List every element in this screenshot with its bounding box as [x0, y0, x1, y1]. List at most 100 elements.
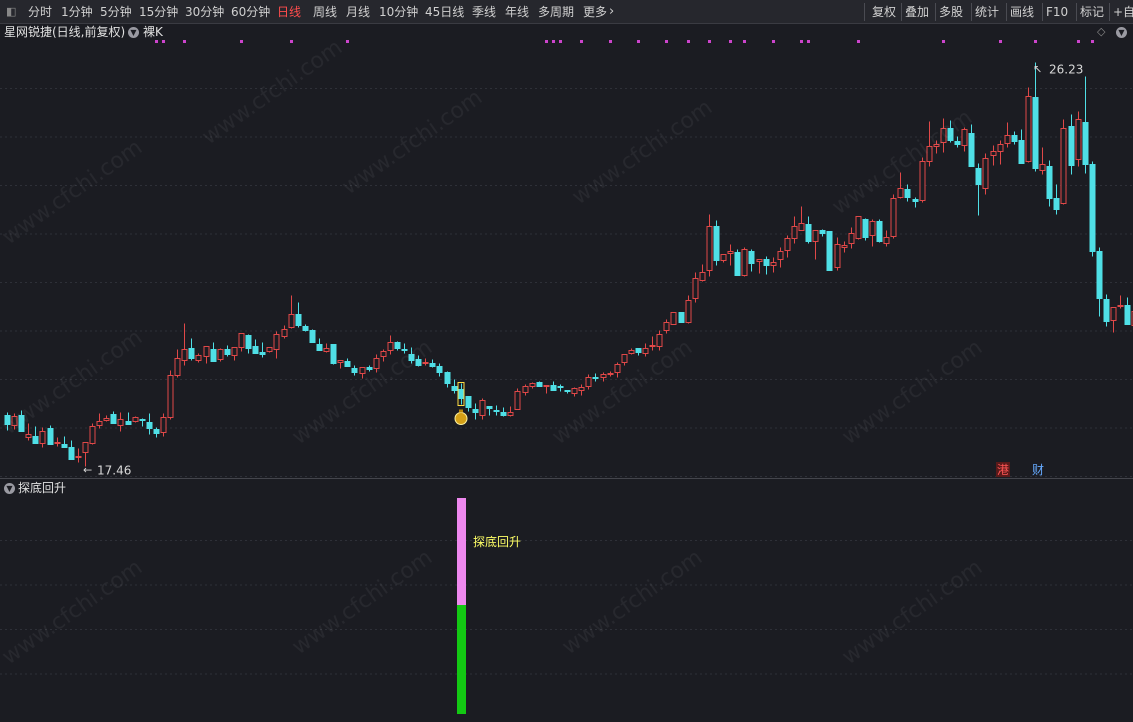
mode-chevron-icon[interactable]: ▼: [128, 24, 139, 40]
indicator-pane-header: ▼ 探底回升: [0, 480, 400, 496]
candle-body: [841, 245, 848, 248]
candle-body: [1096, 251, 1103, 299]
pane-divider[interactable]: [0, 478, 1133, 479]
indicator-chevron-icon[interactable]: ▼: [4, 480, 15, 496]
period-tab-9[interactable]: 10分钟: [379, 0, 418, 24]
top-marker: [807, 40, 810, 43]
top-marker: [580, 40, 583, 43]
candle-body: [1068, 126, 1075, 166]
top-marker: [346, 40, 349, 43]
candle-body: [1117, 305, 1124, 307]
candle-body: [217, 349, 224, 360]
candle-body: [238, 333, 245, 348]
toolbar-button-2[interactable]: 多股: [939, 0, 963, 24]
candle-body: [429, 363, 436, 367]
candle-body: [975, 168, 982, 185]
candle-body: [1089, 164, 1096, 252]
candle-body: [819, 230, 826, 234]
signal-bar-bottom: [457, 605, 466, 714]
indicator-chart[interactable]: 探底回升: [0, 496, 1133, 718]
candle-body: [699, 272, 706, 281]
period-tab-7[interactable]: 周线: [313, 0, 337, 24]
candle-body: [826, 231, 833, 271]
period-tab-6[interactable]: 日线: [277, 0, 301, 24]
toolbar-button-5[interactable]: F10: [1046, 0, 1068, 24]
top-marker: [183, 40, 186, 43]
toolbar-button-0[interactable]: 复权: [872, 0, 896, 24]
candle-body: [522, 386, 529, 393]
panel-toggle-icon[interactable]: ◧: [6, 0, 16, 24]
period-tab-11[interactable]: 季线: [472, 0, 496, 24]
candle-body: [621, 354, 628, 363]
indicator-title[interactable]: 探底回升: [18, 480, 66, 496]
candle-body: [543, 385, 550, 387]
period-tab-5[interactable]: 60分钟: [231, 0, 270, 24]
candle-body: [210, 349, 217, 362]
candle-body: [288, 314, 295, 328]
candle-body: [862, 219, 869, 238]
candle-body: [1018, 140, 1025, 164]
mode-label[interactable]: 裸K: [143, 24, 163, 40]
candle-body: [529, 383, 536, 387]
top-marker: [729, 40, 732, 43]
candle-body: [153, 429, 160, 434]
more-options-chevron-icon[interactable]: ▼: [1116, 24, 1127, 40]
stock-title[interactable]: 星网锐捷(日线,前复权): [4, 24, 125, 40]
candle-body: [876, 221, 883, 242]
toolbar-button-4[interactable]: 画线: [1010, 0, 1034, 24]
period-toolbar: ◧ 分时 1分钟 5分钟 15分钟 30分钟 60分钟 日线 周线 月线 10分钟 45日线 季线 年线…: [0, 0, 1133, 24]
top-marker: [559, 40, 562, 43]
candle-body: [578, 387, 585, 391]
indicator-chart-svg: 探底回升: [0, 498, 1133, 714]
top-marker: [1091, 40, 1094, 43]
period-tab-4[interactable]: 30分钟: [185, 0, 224, 24]
candle-body: [451, 386, 458, 391]
toolbar-button-7[interactable]: +自选: [1113, 0, 1133, 24]
top-marker: [545, 40, 548, 43]
candle-body: [472, 409, 479, 413]
signal-label: 探底回升: [473, 534, 521, 549]
toolbar-separator: [971, 3, 972, 21]
candle-body: [848, 233, 855, 244]
candle-body: [734, 252, 741, 276]
candle-body: [302, 326, 309, 331]
candle-body: [316, 344, 323, 351]
candle-body: [550, 385, 557, 391]
period-tab-3[interactable]: 15分钟: [139, 0, 178, 24]
finance-badge[interactable]: 财: [1032, 463, 1044, 477]
period-tab-1[interactable]: 1分钟: [61, 0, 93, 24]
candle-body: [564, 390, 571, 392]
hk-badge[interactable]: 港: [997, 463, 1009, 477]
money-bag-neck: [459, 409, 463, 413]
candle-body: [514, 391, 521, 410]
candle-body: [557, 386, 564, 388]
period-tab-14[interactable]: 更多: [583, 0, 607, 24]
period-tab-2[interactable]: 5分钟: [100, 0, 132, 24]
top-marker: [772, 40, 775, 43]
period-tab-13[interactable]: 多周期: [538, 0, 574, 24]
toolbar-separator: [1076, 3, 1077, 21]
candle-body: [125, 421, 132, 425]
candle-body: [1103, 299, 1110, 322]
diamond-icon[interactable]: ◇: [1097, 24, 1105, 40]
candle-body: [1011, 135, 1018, 142]
period-tab-10[interactable]: 45日线: [425, 0, 464, 24]
more-arrow-icon[interactable]: ›: [609, 0, 614, 24]
period-tab-12[interactable]: 年线: [505, 0, 529, 24]
high-price-label: 26.23: [1049, 63, 1083, 77]
candle-body: [507, 412, 514, 416]
low-price-label: 17.46: [97, 464, 131, 478]
candle-body: [791, 226, 798, 239]
candle-body: [678, 312, 685, 323]
toolbar-button-1[interactable]: 叠加: [905, 0, 929, 24]
period-tab-8[interactable]: 月线: [346, 0, 370, 24]
candle-body: [990, 151, 997, 156]
candle-body: [607, 373, 614, 375]
toolbar-button-6[interactable]: 标记: [1080, 0, 1104, 24]
top-marker: [552, 40, 555, 43]
top-marker: [665, 40, 668, 43]
period-tab-0[interactable]: 分时: [28, 0, 52, 24]
candle-body: [670, 312, 677, 325]
toolbar-button-3[interactable]: 统计: [975, 0, 999, 24]
top-marker: [1077, 40, 1080, 43]
